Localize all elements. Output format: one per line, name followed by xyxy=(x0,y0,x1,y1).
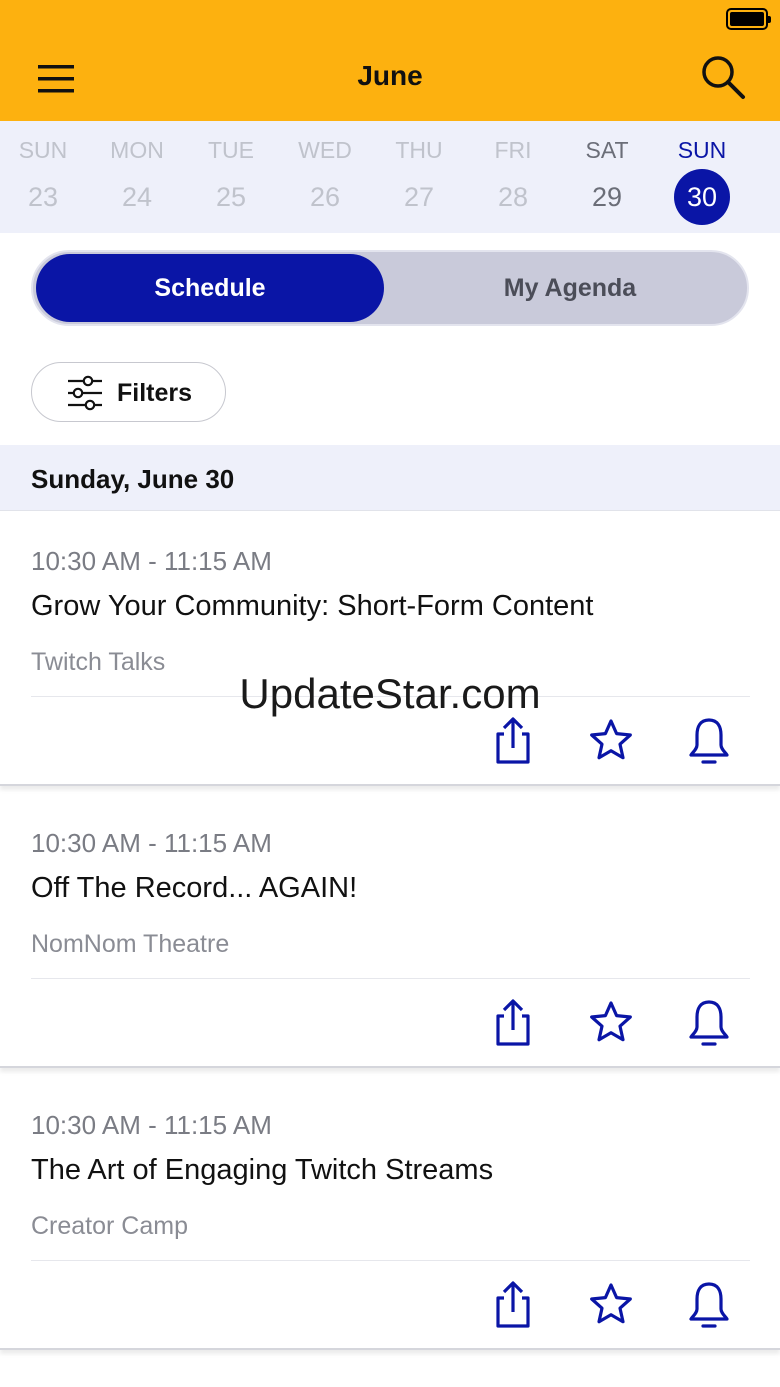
share-icon xyxy=(496,1281,530,1328)
star-icon xyxy=(590,1001,632,1042)
reminder-button[interactable] xyxy=(685,1279,733,1331)
tab-my-agenda[interactable]: My Agenda xyxy=(393,254,747,322)
day-fri-28: FRI 28 xyxy=(466,121,560,233)
session-time: 10:30 AM - 11:15 AM xyxy=(31,546,272,576)
menu-button[interactable] xyxy=(34,58,80,98)
share-icon xyxy=(496,717,530,764)
share-button[interactable] xyxy=(489,715,537,767)
share-button[interactable] xyxy=(489,1279,537,1331)
bell-icon xyxy=(689,718,729,764)
day-name: TUE xyxy=(208,137,254,163)
date-section-header: Sunday, June 30 xyxy=(0,445,780,511)
session-location: Twitch Talks xyxy=(31,648,166,676)
app-header: June xyxy=(0,0,780,121)
card-divider xyxy=(31,1260,750,1261)
card-divider xyxy=(31,978,750,979)
day-sun-23: SUN 23 xyxy=(0,121,90,233)
day-thu-27: THU 27 xyxy=(372,121,466,233)
favorite-button[interactable] xyxy=(587,715,635,767)
battery-icon xyxy=(726,8,771,30)
day-number: 28 xyxy=(497,182,529,212)
search-button[interactable] xyxy=(698,52,750,104)
day-number: 30 xyxy=(674,169,730,225)
date-header-label: Sunday, June 30 xyxy=(31,464,235,494)
card-divider xyxy=(31,696,750,697)
share-button[interactable] xyxy=(489,997,537,1049)
search-icon xyxy=(702,56,745,99)
day-number: 27 xyxy=(403,182,435,212)
day-number: 29 xyxy=(591,182,623,212)
sliders-icon xyxy=(68,375,102,411)
day-tue-25: TUE 25 xyxy=(184,121,278,233)
star-icon xyxy=(590,1283,632,1324)
session-card[interactable]: 10:30 AM - 11:15 AM Off The Record... AG… xyxy=(0,794,780,1068)
session-title: Grow Your Community: Short-Form Content xyxy=(31,590,594,622)
reminder-button[interactable] xyxy=(685,715,733,767)
hamburger-menu-icon xyxy=(38,65,74,93)
day-name: WED xyxy=(298,137,352,163)
bell-icon xyxy=(689,1000,729,1046)
favorite-button[interactable] xyxy=(587,997,635,1049)
day-number: 24 xyxy=(121,182,153,212)
favorite-button[interactable] xyxy=(587,1279,635,1331)
day-number: 26 xyxy=(309,182,341,212)
day-name: SUN xyxy=(677,137,727,163)
share-icon xyxy=(496,999,530,1046)
session-location: Creator Camp xyxy=(31,1212,188,1240)
week-strip: SUN 23 MON 24 TUE 25 WED 26 THU 27 FRI 2… xyxy=(0,121,780,233)
view-switch: Schedule My Agenda xyxy=(31,250,749,326)
day-mon-24: MON 24 xyxy=(90,121,184,233)
day-name: THU xyxy=(395,137,443,163)
day-wed-26: WED 26 xyxy=(278,121,372,233)
day-name: SUN xyxy=(18,137,68,163)
filters-label: Filters xyxy=(117,379,193,407)
session-time: 10:30 AM - 11:15 AM xyxy=(31,828,272,858)
day-name: SAT xyxy=(585,137,629,163)
day-number: 23 xyxy=(27,182,59,212)
tab-schedule[interactable]: Schedule xyxy=(36,254,384,322)
page-title: June xyxy=(357,60,423,91)
day-number: 25 xyxy=(215,182,247,212)
session-card[interactable]: 10:30 AM - 11:15 AM Grow Your Community:… xyxy=(0,512,780,786)
day-name: FRI xyxy=(494,137,532,163)
star-icon xyxy=(590,719,632,760)
day-sun-30[interactable]: SUN 30 xyxy=(655,121,749,233)
day-name: MON xyxy=(110,137,164,163)
session-title: The Art of Engaging Twitch Streams xyxy=(31,1154,494,1186)
reminder-button[interactable] xyxy=(685,997,733,1049)
filters-button[interactable]: Filters xyxy=(31,362,226,422)
session-title: Off The Record... AGAIN! xyxy=(31,872,358,904)
bell-icon xyxy=(689,1282,729,1328)
day-sat-29[interactable]: SAT 29 xyxy=(560,121,654,233)
session-time: 10:30 AM - 11:15 AM xyxy=(31,1110,272,1140)
session-location: NomNom Theatre xyxy=(31,930,230,958)
session-card[interactable]: 10:30 AM - 11:15 AM The Art of Engaging … xyxy=(0,1076,780,1350)
